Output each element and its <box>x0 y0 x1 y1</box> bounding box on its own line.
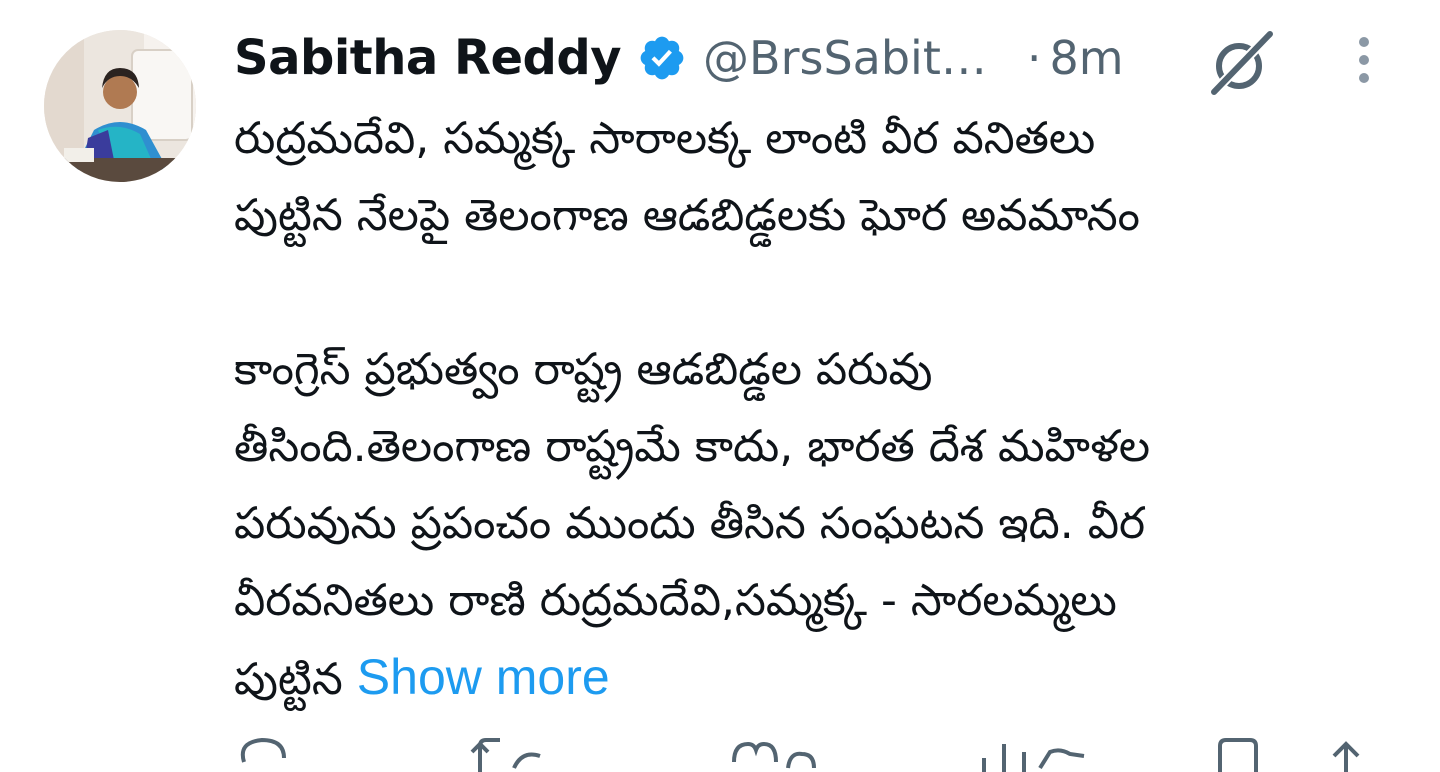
like-icon <box>732 741 816 769</box>
tweet-line: వీరవనితలు రాణి రుద్రమదేవి,సమ్మక్క - సారల… <box>234 575 1117 626</box>
retweet-icon <box>470 738 541 772</box>
tweet-last-word: పుట్టిన <box>234 654 343 705</box>
tweet-last-line: పుట్టిన Show more <box>234 639 1414 716</box>
like-button[interactable] <box>730 732 820 772</box>
verified-badge-icon <box>637 33 687 83</box>
tweet-line: పరువును ప్రపంచం ముందు తీసిన సంఘటన ఇది. వ… <box>234 498 1146 549</box>
tweet-line: కాంగ్రెస్ ప్రభుత్వం రాష్ట్ర ఆడబిడ్డల పరు… <box>234 344 933 395</box>
tweet-line: రుద్రమదేవి, సమ్మక్క సారాలక్క లాంటి వీర వ… <box>234 113 1096 164</box>
tweet[interactable]: Sabitha Reddy @BrsSabit… · 8m రుద్రమదేవి… <box>0 0 1440 772</box>
views-button[interactable] <box>974 732 1094 772</box>
show-more-link[interactable]: Show more <box>357 649 610 705</box>
tweet-line: తీసింది.తెలంగాణ రాష్ట్రమే కాదు, భారత దేశ… <box>234 421 1151 472</box>
more-vertical-icon[interactable] <box>1350 36 1378 86</box>
grok-icon[interactable] <box>1206 26 1278 98</box>
author-handle[interactable]: @BrsSabit… <box>703 31 987 85</box>
views-icon <box>982 744 1085 772</box>
bookmark-button[interactable] <box>1214 732 1264 772</box>
separator-dot: · <box>1026 31 1042 85</box>
retweet-button[interactable] <box>470 732 550 772</box>
author-name[interactable]: Sabitha Reddy <box>234 30 622 86</box>
timestamp[interactable]: 8m <box>1049 31 1123 85</box>
share-button[interactable] <box>1316 732 1376 772</box>
reply-button[interactable] <box>234 732 290 772</box>
tweet-line: పుట్టిన నేలపై తెలంగాణ ఆడబిడ్డలకు ఘోర అవమ… <box>234 190 1140 241</box>
avatar[interactable] <box>44 30 196 182</box>
tweet-text: రుద్రమదేవి, సమ్మక్క సారాలక్క లాంటి వీర వ… <box>234 100 1414 716</box>
avatar-photo <box>44 30 196 182</box>
share-icon <box>1332 741 1360 772</box>
reply-icon <box>240 737 286 763</box>
tweet-actions <box>234 732 1414 772</box>
bookmark-icon <box>1218 738 1258 772</box>
